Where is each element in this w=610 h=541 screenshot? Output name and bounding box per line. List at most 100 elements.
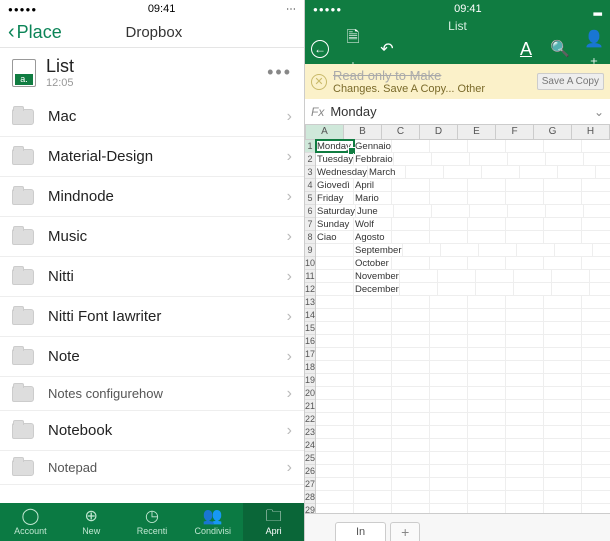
- sheet-tab[interactable]: In: [335, 522, 386, 541]
- font-button[interactable]: A: [516, 39, 536, 60]
- cell-D16[interactable]: [430, 335, 468, 347]
- share-button[interactable]: 👤₊: [584, 29, 604, 69]
- cell-G27[interactable]: [544, 478, 582, 490]
- row-header-19[interactable]: 19: [305, 374, 315, 387]
- cell-C6[interactable]: [394, 205, 432, 217]
- cell-C13[interactable]: [392, 296, 430, 308]
- cell-F26[interactable]: [506, 465, 544, 477]
- cell-F5[interactable]: [506, 192, 544, 204]
- row-header-21[interactable]: 21: [305, 400, 315, 413]
- row-header-12[interactable]: 12: [305, 283, 315, 296]
- cell-H27[interactable]: [582, 478, 610, 490]
- cell-C2[interactable]: [394, 153, 432, 165]
- cell-E29[interactable]: [468, 504, 506, 513]
- cell-G6[interactable]: [546, 205, 584, 217]
- cell-D18[interactable]: [430, 361, 468, 373]
- cell-A2[interactable]: Tuesday: [316, 153, 354, 165]
- cell-G22[interactable]: [544, 413, 582, 425]
- cell-H17[interactable]: [582, 348, 610, 360]
- row-header-18[interactable]: 18: [305, 361, 315, 374]
- cell-F15[interactable]: [506, 322, 544, 334]
- cell-E28[interactable]: [468, 491, 506, 503]
- cell-B4[interactable]: April: [354, 179, 392, 191]
- cell-D19[interactable]: [430, 374, 468, 386]
- cell-B24[interactable]: [354, 439, 392, 451]
- cell-H21[interactable]: [582, 400, 610, 412]
- cell-E11[interactable]: [476, 270, 514, 282]
- cell-C9[interactable]: [403, 244, 441, 256]
- fx-value[interactable]: Monday: [330, 104, 594, 119]
- cell-F13[interactable]: [506, 296, 544, 308]
- cell-G13[interactable]: [544, 296, 582, 308]
- cell-H12[interactable]: [590, 283, 610, 295]
- banner-close-button[interactable]: ✕: [311, 74, 327, 90]
- cell-D13[interactable]: [430, 296, 468, 308]
- cell-G18[interactable]: [544, 361, 582, 373]
- cell-D11[interactable]: [438, 270, 476, 282]
- cell-D17[interactable]: [430, 348, 468, 360]
- cell-G2[interactable]: [546, 153, 584, 165]
- cell-H24[interactable]: [582, 439, 610, 451]
- cell-B14[interactable]: [354, 309, 392, 321]
- cell-F21[interactable]: [506, 400, 544, 412]
- cell-C20[interactable]: [392, 387, 430, 399]
- folder-row[interactable]: Notes configurehow›: [0, 377, 304, 411]
- cell-H19[interactable]: [582, 374, 610, 386]
- cell-E10[interactable]: [468, 257, 506, 269]
- cell-B17[interactable]: [354, 348, 392, 360]
- row-header-3[interactable]: 3: [305, 166, 315, 179]
- cell-D12[interactable]: [438, 283, 476, 295]
- cell-F14[interactable]: [506, 309, 544, 321]
- cells-area[interactable]: MondayGennaioTuesdayFebbraioWednesdayMar…: [316, 140, 610, 513]
- cell-A7[interactable]: Sunday: [316, 218, 354, 230]
- cell-B25[interactable]: [354, 452, 392, 464]
- row-header-24[interactable]: 24: [305, 439, 315, 452]
- cell-F6[interactable]: [508, 205, 546, 217]
- cell-A24[interactable]: [316, 439, 354, 451]
- row-header-11[interactable]: 11: [305, 270, 315, 283]
- cell-E6[interactable]: [470, 205, 508, 217]
- cell-B22[interactable]: [354, 413, 392, 425]
- cell-C24[interactable]: [392, 439, 430, 451]
- cell-A16[interactable]: [316, 335, 354, 347]
- cell-B3[interactable]: March: [368, 166, 406, 178]
- cell-E1[interactable]: [468, 140, 506, 152]
- cell-B23[interactable]: [354, 426, 392, 438]
- cell-D10[interactable]: [430, 257, 468, 269]
- cell-D14[interactable]: [430, 309, 468, 321]
- cell-H3[interactable]: [596, 166, 610, 178]
- col-header-G[interactable]: G: [534, 125, 572, 139]
- cell-D15[interactable]: [430, 322, 468, 334]
- cell-F23[interactable]: [506, 426, 544, 438]
- cell-F19[interactable]: [506, 374, 544, 386]
- cell-H20[interactable]: [582, 387, 610, 399]
- cell-F7[interactable]: [506, 218, 544, 230]
- cell-H13[interactable]: [582, 296, 610, 308]
- cell-C23[interactable]: [392, 426, 430, 438]
- cell-E4[interactable]: [468, 179, 506, 191]
- cell-G15[interactable]: [544, 322, 582, 334]
- cell-G12[interactable]: [552, 283, 590, 295]
- cell-C18[interactable]: [392, 361, 430, 373]
- row-header-2[interactable]: 2: [305, 153, 315, 166]
- cell-C7[interactable]: [392, 218, 430, 230]
- tab-recenti[interactable]: ◷Recenti: [122, 503, 183, 541]
- row-header-17[interactable]: 17: [305, 348, 315, 361]
- cell-A11[interactable]: [316, 270, 354, 282]
- cell-D21[interactable]: [430, 400, 468, 412]
- cell-F18[interactable]: [506, 361, 544, 373]
- cell-D27[interactable]: [430, 478, 468, 490]
- cell-C27[interactable]: [392, 478, 430, 490]
- cell-E3[interactable]: [482, 166, 520, 178]
- cell-G11[interactable]: [552, 270, 590, 282]
- cell-D24[interactable]: [430, 439, 468, 451]
- cell-B9[interactable]: September: [354, 244, 402, 256]
- cell-F29[interactable]: [506, 504, 544, 513]
- col-header-E[interactable]: E: [458, 125, 496, 139]
- col-header-B[interactable]: B: [344, 125, 382, 139]
- cell-G25[interactable]: [544, 452, 582, 464]
- cell-C3[interactable]: [406, 166, 444, 178]
- cell-G14[interactable]: [544, 309, 582, 321]
- cell-C25[interactable]: [392, 452, 430, 464]
- row-header-6[interactable]: 6: [305, 205, 315, 218]
